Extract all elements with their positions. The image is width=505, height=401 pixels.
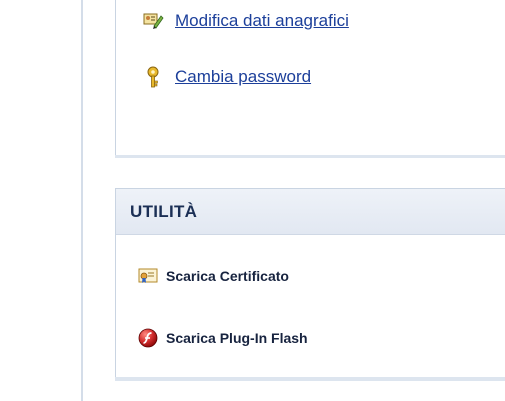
account-panel: Modifica dati anagrafici Cambia password: [115, 0, 505, 158]
utilities-panel: UTILITÀ Scarica Certificato Scarica Plug…: [115, 188, 505, 381]
change-password-link[interactable]: Cambia password: [175, 67, 311, 87]
panel-shadow: [115, 155, 505, 158]
utilities-title: UTILITÀ: [130, 201, 198, 221]
key-icon[interactable]: [142, 66, 164, 88]
download-flash-plugin-item[interactable]: Scarica Plug-In Flash: [138, 328, 308, 348]
download-certificate-label[interactable]: Scarica Certificato: [166, 268, 289, 284]
panel-shadow: [115, 377, 505, 381]
edit-personal-data-link[interactable]: Modifica dati anagrafici: [175, 11, 349, 31]
content-divider: [81, 0, 83, 401]
download-flash-plugin-label[interactable]: Scarica Plug-In Flash: [166, 330, 308, 346]
flash-plugin-icon[interactable]: [138, 328, 158, 348]
edit-profile-row[interactable]: Modifica dati anagrafici: [142, 10, 349, 32]
utilities-header: UTILITÀ: [116, 189, 505, 235]
certificate-icon[interactable]: [138, 266, 158, 286]
download-certificate-item[interactable]: Scarica Certificato: [138, 266, 289, 286]
edit-user-data-icon[interactable]: [142, 10, 164, 32]
change-password-row[interactable]: Cambia password: [142, 66, 311, 88]
